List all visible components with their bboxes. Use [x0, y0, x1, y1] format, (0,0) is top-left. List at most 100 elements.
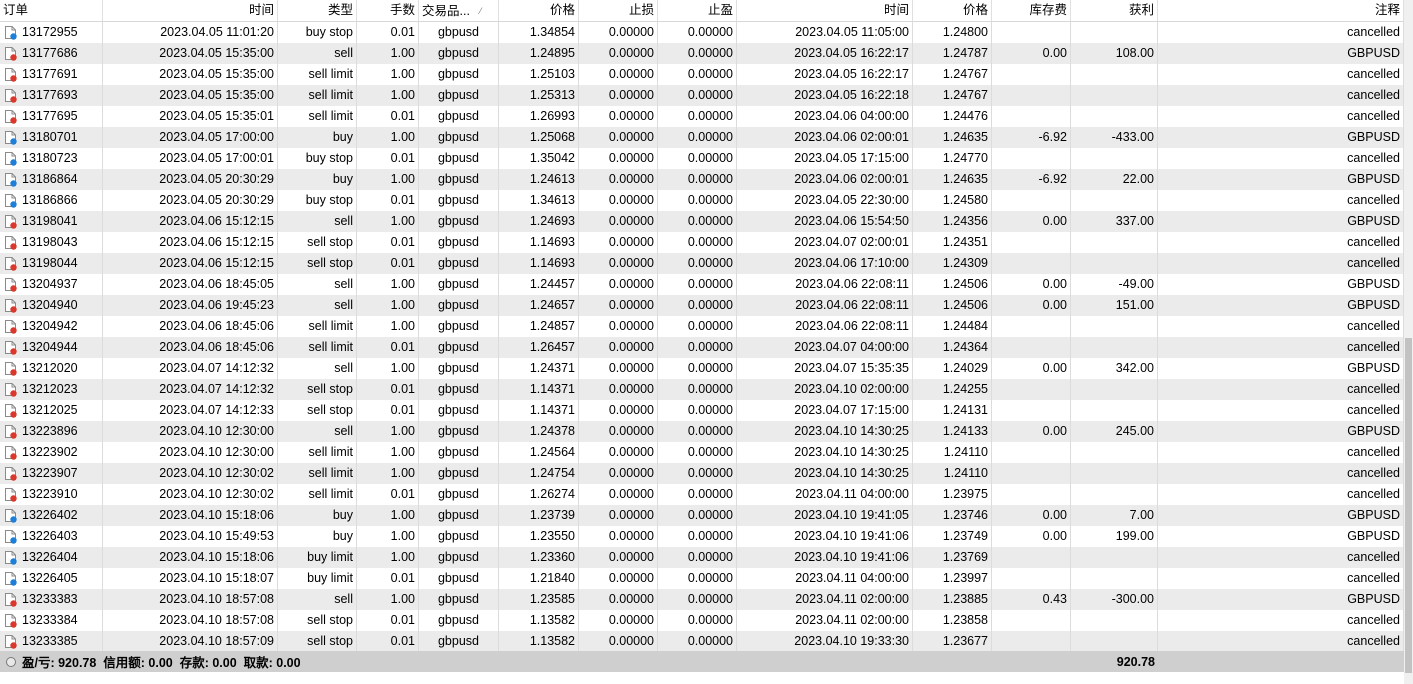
column-header-comment[interactable]: 注释: [1158, 0, 1404, 21]
cell-profit: 337.00: [1071, 211, 1158, 232]
table-row[interactable]: 13223907 2023.04.10 12:30:02 sell limit 1.0…: [0, 463, 1404, 484]
cell-comment: GBPUSD: [1158, 43, 1404, 64]
table-row[interactable]: 13177686 2023.04.05 15:35:00 sell 1.00 gbpus…: [0, 43, 1404, 64]
ticket-number: 13172955: [22, 25, 78, 39]
table-row[interactable]: 13223896 2023.04.10 12:30:00 sell 1.00 gbpus…: [0, 421, 1404, 442]
cell-sl: 0.00000: [579, 379, 658, 400]
column-header-symbol-label: 交易品...: [422, 3, 470, 18]
cell-symbol: gbpusd: [419, 169, 499, 190]
cell-comment: GBPUSD: [1158, 589, 1404, 610]
table-row[interactable]: 13177693 2023.04.05 15:35:00 sell limit 1.0…: [0, 85, 1404, 106]
cell-open-time: 2023.04.10 12:30:00: [103, 421, 278, 442]
sell-order-icon: [4, 613, 18, 628]
cell-type: buy: [278, 127, 357, 148]
scrollbar-thumb[interactable]: [1405, 338, 1412, 673]
cell-close-time: 2023.04.06 02:00:01: [737, 127, 913, 148]
column-header-type[interactable]: 类型: [278, 0, 357, 21]
table-row[interactable]: 13212023 2023.04.07 14:12:32 sell stop 0.01…: [0, 379, 1404, 400]
column-header-close-time[interactable]: 时间: [737, 0, 913, 21]
table-row[interactable]: 13226402 2023.04.10 15:18:06 buy 1.00 gbpusd…: [0, 505, 1404, 526]
table-row[interactable]: 13198044 2023.04.06 15:12:15 sell stop 0.01…: [0, 253, 1404, 274]
cell-tp: 0.00000: [658, 526, 737, 547]
cell-comment: GBPUSD: [1158, 211, 1404, 232]
column-header-swap[interactable]: 库存费: [992, 0, 1071, 21]
ticket-number: 13212023: [22, 382, 78, 396]
table-row[interactable]: 13233385 2023.04.10 18:57:09 sell stop 0.01…: [0, 631, 1404, 652]
cell-sl: 0.00000: [579, 505, 658, 526]
table-row[interactable]: 13198041 2023.04.06 15:12:15 sell 1.00 gbpus…: [0, 211, 1404, 232]
table-row[interactable]: 13204944 2023.04.06 18:45:06 sell limit 0.0…: [0, 337, 1404, 358]
cell-open-price: 1.23360: [499, 547, 579, 568]
cell-lots: 0.01: [357, 400, 419, 421]
cell-open-price: 1.13582: [499, 610, 579, 631]
cell-profit: [1071, 316, 1158, 337]
sell-order-icon: [4, 109, 18, 124]
cell-open-time: 2023.04.07 14:12:32: [103, 379, 278, 400]
table-row[interactable]: 13172955 2023.04.05 11:01:20 buy stop 0.01 g…: [0, 22, 1404, 43]
cell-open-time: 2023.04.05 17:00:00: [103, 127, 278, 148]
cell-symbol: gbpusd: [419, 232, 499, 253]
table-row[interactable]: 13186864 2023.04.05 20:30:29 buy 1.00 gbpusd…: [0, 169, 1404, 190]
table-row[interactable]: 13223910 2023.04.10 12:30:02 sell limit 0.0…: [0, 484, 1404, 505]
ticket-number: 13198043: [22, 235, 78, 249]
cell-lots: 0.01: [357, 631, 419, 652]
cell-close-price: 1.24800: [913, 22, 992, 43]
table-row[interactable]: 13226404 2023.04.10 15:18:06 buy limit 1.00…: [0, 547, 1404, 568]
cell-profit: [1071, 610, 1158, 631]
table-row[interactable]: 13204942 2023.04.06 18:45:06 sell limit 1.0…: [0, 316, 1404, 337]
sell-order-icon: [4, 298, 18, 313]
cell-swap: [992, 484, 1071, 505]
column-header-ticket[interactable]: 订单: [0, 0, 103, 21]
table-row[interactable]: 13198043 2023.04.06 15:12:15 sell stop 0.01…: [0, 232, 1404, 253]
cell-profit: 151.00: [1071, 295, 1158, 316]
cell-lots: 1.00: [357, 43, 419, 64]
cell-profit: [1071, 64, 1158, 85]
cell-open-price: 1.24693: [499, 211, 579, 232]
cell-close-time: 2023.04.11 04:00:00: [737, 568, 913, 589]
ticket-number: 13180701: [22, 130, 78, 144]
vertical-scrollbar[interactable]: [1404, 0, 1413, 684]
cell-type: buy: [278, 169, 357, 190]
table-row[interactable]: 13226403 2023.04.10 15:49:53 buy 1.00 gbpusd…: [0, 526, 1404, 547]
column-header-profit[interactable]: 获利: [1071, 0, 1158, 21]
table-row[interactable]: 13180723 2023.04.05 17:00:01 buy stop 0.01 g…: [0, 148, 1404, 169]
cell-type: buy: [278, 526, 357, 547]
table-row[interactable]: 13186866 2023.04.05 20:30:29 buy stop 0.01 g…: [0, 190, 1404, 211]
table-row[interactable]: 13212020 2023.04.07 14:12:32 sell 1.00 gbpus…: [0, 358, 1404, 379]
cell-lots: 0.01: [357, 379, 419, 400]
column-header-open-price[interactable]: 价格: [499, 0, 579, 21]
table-row[interactable]: 13204937 2023.04.06 18:45:05 sell 1.00 gbpus…: [0, 274, 1404, 295]
cell-close-price: 1.24770: [913, 148, 992, 169]
sell-order-icon: [4, 361, 18, 376]
table-row[interactable]: 13177695 2023.04.05 15:35:01 sell limit 0.0…: [0, 106, 1404, 127]
table-row[interactable]: 13212025 2023.04.07 14:12:33 sell stop 0.01…: [0, 400, 1404, 421]
column-header-tp[interactable]: 止盈: [658, 0, 737, 21]
cell-close-time: 2023.04.06 04:00:00: [737, 106, 913, 127]
cell-comment: GBPUSD: [1158, 526, 1404, 547]
cell-ticket: 13177686: [0, 43, 103, 64]
column-header-sl[interactable]: 止损: [579, 0, 658, 21]
column-header-symbol[interactable]: 交易品... ⁄: [419, 0, 499, 21]
cell-comment: cancelled: [1158, 337, 1404, 358]
table-row[interactable]: 13180701 2023.04.05 17:00:00 buy 1.00 gbpusd…: [0, 127, 1404, 148]
cell-close-price: 1.24635: [913, 127, 992, 148]
cell-type: sell stop: [278, 631, 357, 652]
table-row[interactable]: 13233384 2023.04.10 18:57:08 sell stop 0.01…: [0, 610, 1404, 631]
ticket-number: 13212025: [22, 403, 78, 417]
column-header-open-time[interactable]: 时间: [103, 0, 278, 21]
table-row[interactable]: 13223902 2023.04.10 12:30:00 sell limit 1.0…: [0, 442, 1404, 463]
cell-symbol: gbpusd: [419, 358, 499, 379]
table-row[interactable]: 13177691 2023.04.05 15:35:00 sell limit 1.0…: [0, 64, 1404, 85]
cell-ticket: 13172955: [0, 22, 103, 43]
cell-sl: 0.00000: [579, 526, 658, 547]
cell-close-time: 2023.04.10 19:41:06: [737, 526, 913, 547]
cell-swap: [992, 190, 1071, 211]
table-row[interactable]: 13233383 2023.04.10 18:57:08 sell 1.00 gbpus…: [0, 589, 1404, 610]
table-row[interactable]: 13204940 2023.04.06 19:45:23 sell 1.00 gbpus…: [0, 295, 1404, 316]
table-row[interactable]: 13226405 2023.04.10 15:18:07 buy limit 0.01…: [0, 568, 1404, 589]
cell-lots: 1.00: [357, 316, 419, 337]
column-header-close-price[interactable]: 价格: [913, 0, 992, 21]
column-header-lots[interactable]: 手数: [357, 0, 419, 21]
cell-symbol: gbpusd: [419, 463, 499, 484]
ticket-number: 13177693: [22, 88, 78, 102]
